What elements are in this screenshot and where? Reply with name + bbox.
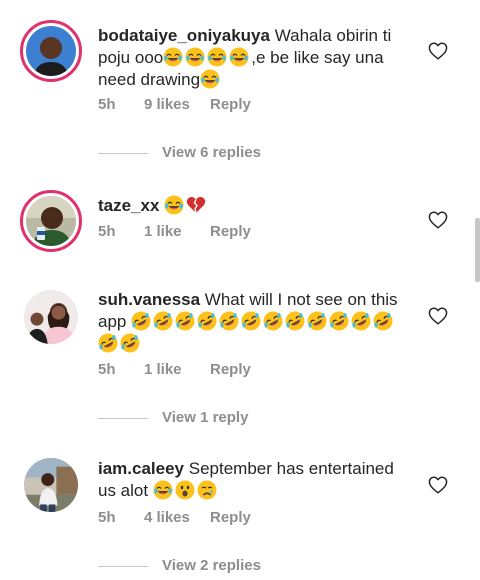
view-replies-label: View 2 replies — [162, 557, 261, 574]
comment-username[interactable]: bodataiye_oniyakuya — [98, 26, 270, 45]
comment-meta: 5h 4 likes Reply — [98, 509, 251, 526]
replies-divider — [98, 152, 148, 154]
emoji-group — [200, 70, 222, 89]
view-replies-button[interactable]: View 2 replies — [98, 557, 261, 574]
view-replies-label: View 1 reply — [162, 409, 249, 426]
comment-time: 5h — [98, 509, 116, 526]
rofl-emoji-icon — [197, 311, 217, 331]
rofl-emoji-icon — [285, 311, 305, 331]
comment-likes[interactable]: 1 like — [144, 223, 210, 240]
heart-outline-icon[interactable] — [428, 307, 448, 325]
comment-likes[interactable]: 9 likes — [144, 96, 210, 113]
surprised-emoji-icon — [175, 480, 195, 500]
reply-button[interactable]: Reply — [210, 509, 251, 526]
avatar-image — [24, 458, 78, 512]
crying-emoji-icon — [197, 480, 217, 500]
avatar[interactable] — [20, 454, 82, 516]
laugh-emoji-icon — [200, 69, 220, 89]
rofl-emoji-icon — [373, 311, 393, 331]
heart-outline-icon[interactable] — [428, 476, 448, 494]
heart-outline-icon[interactable] — [428, 42, 448, 60]
rofl-emoji-icon — [175, 311, 195, 331]
laugh-emoji-icon — [229, 47, 249, 67]
avatar-image — [24, 290, 78, 344]
replies-divider — [98, 417, 148, 419]
view-replies-label: View 6 replies — [162, 144, 261, 161]
comment-time: 5h — [98, 361, 116, 378]
rofl-emoji-icon — [153, 311, 173, 331]
comment-text: suh.vanessa What will I not see on this … — [98, 289, 408, 355]
rofl-emoji-icon — [241, 311, 261, 331]
comment-meta: 5h 1 like Reply — [98, 361, 251, 378]
view-replies-button[interactable]: View 1 reply — [98, 409, 248, 426]
comment-username[interactable]: iam.caleey — [98, 459, 184, 478]
heart-outline-icon[interactable] — [428, 211, 448, 229]
comment-text: taze_xx — [98, 195, 408, 217]
comment-time: 5h — [98, 96, 116, 113]
emoji-group — [163, 48, 251, 67]
reply-button[interactable]: Reply — [210, 223, 251, 240]
rofl-emoji-icon — [307, 311, 327, 331]
reply-button[interactable]: Reply — [210, 361, 251, 378]
rofl-emoji-icon — [329, 311, 349, 331]
avatar-image — [26, 196, 76, 246]
avatar-image — [26, 26, 76, 76]
scrollbar[interactable] — [475, 218, 480, 282]
emoji-group — [164, 196, 208, 215]
laugh-emoji-icon — [207, 47, 227, 67]
laugh-emoji-icon — [163, 47, 183, 67]
laugh-emoji-icon — [185, 47, 205, 67]
comment-meta: 5h 1 like Reply — [98, 223, 251, 240]
rofl-emoji-icon — [98, 333, 118, 353]
comment-likes[interactable]: 4 likes — [144, 509, 210, 526]
rofl-emoji-icon — [131, 311, 151, 331]
replies-divider — [98, 565, 148, 567]
view-replies-button[interactable]: View 6 replies — [98, 144, 261, 161]
rofl-emoji-icon — [219, 311, 239, 331]
laugh-emoji-icon — [164, 195, 184, 215]
comment-meta: 5h 9 likes Reply — [98, 96, 251, 113]
rofl-emoji-icon — [263, 311, 283, 331]
emoji-group — [98, 312, 395, 353]
avatar[interactable] — [20, 286, 82, 348]
comment-time: 5h — [98, 223, 116, 240]
emoji-group — [153, 481, 219, 500]
avatar[interactable] — [20, 190, 82, 252]
broken-heart-emoji-icon — [186, 195, 206, 215]
comment-text: iam.caleey September has entertained us … — [98, 458, 408, 502]
comment-username[interactable]: taze_xx — [98, 196, 159, 215]
comment-username[interactable]: suh.vanessa — [98, 290, 200, 309]
reply-button[interactable]: Reply — [210, 96, 251, 113]
comment-likes[interactable]: 1 like — [144, 361, 210, 378]
comment-text: bodataiye_oniyakuya Wahala obirin ti poj… — [98, 25, 408, 91]
laugh-emoji-icon — [153, 480, 173, 500]
rofl-emoji-icon — [120, 333, 140, 353]
avatar[interactable] — [20, 20, 82, 82]
rofl-emoji-icon — [351, 311, 371, 331]
